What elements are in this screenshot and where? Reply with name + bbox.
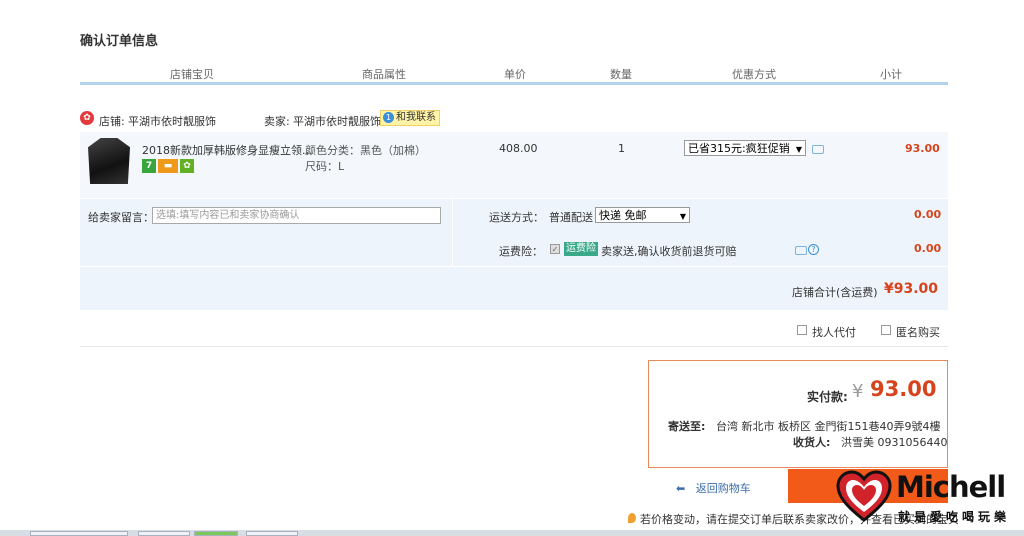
col-header-discount: 优惠方式 (732, 68, 776, 81)
attr-size: 尺码：L (305, 160, 345, 173)
watermark-tagline: 就是愛吃喝玩樂 (898, 510, 1011, 524)
insurance-label: 运费险： (499, 245, 543, 258)
contact-seller-label: 和我联系 (396, 112, 436, 123)
currency-symbol: ¥ (852, 381, 864, 402)
shop-row: ✿ 店铺: 平湖市依时靓服饰 卖家: 平湖市依时靓服饰 1 和我联系 (80, 110, 948, 132)
watermark-logo: Michell 就是愛吃喝玩樂 (836, 468, 1024, 530)
chat-icon: 1 (383, 112, 394, 123)
service-badges: 7 ▬ ✿ (142, 158, 196, 173)
heart-icon (836, 470, 892, 522)
page-title: 确认订单信息 (80, 34, 159, 49)
anonymous-checkbox[interactable] (881, 325, 891, 335)
header-divider (80, 82, 948, 85)
recipient-label: 收货人: (793, 436, 831, 449)
shipping-method: 普通配送 (549, 211, 593, 224)
taskbar-button[interactable] (30, 531, 128, 536)
insurance-text: 卖家送,确认收货前退货可赔 (601, 245, 737, 258)
taskbar-button[interactable] (194, 531, 238, 536)
column-divider (452, 198, 453, 266)
discount-select-value: 已省315元:疯狂促销 (688, 142, 790, 155)
actual-payment-value: 93.00 (870, 377, 937, 401)
insurance-checkbox[interactable]: ✓ (550, 244, 560, 254)
back-to-cart-link[interactable]: ⬅ 返回购物车 (676, 480, 751, 496)
item-subtotal: 93.00 (905, 142, 940, 155)
chevron-down-icon: ▼ (679, 212, 686, 221)
col-header-shop-item: 店铺宝贝 (170, 68, 214, 81)
product-thumbnail[interactable] (88, 138, 130, 184)
taskbar-button[interactable] (246, 531, 298, 536)
quantity-value: 1 (618, 142, 625, 155)
agent-pay-label: 找人代付 (812, 326, 856, 339)
col-header-attributes: 商品属性 (362, 68, 406, 81)
col-header-quantity: 数量 (610, 68, 632, 81)
col-header-subtotal: 小计 (880, 68, 902, 81)
comment-icon[interactable] (795, 246, 807, 255)
agent-pay-checkbox[interactable] (797, 325, 807, 335)
shop-total-value: ¥93.00 (884, 281, 939, 297)
message-input[interactable]: 选填:填写内容已和卖家协商确认 (152, 207, 441, 224)
chevron-down-icon: ▼ (795, 145, 802, 154)
shop-name-link[interactable]: 平湖市依时靓服饰 (128, 113, 216, 129)
back-to-cart-label: 返回购物车 (695, 482, 751, 495)
shipping-label: 运送方式： (489, 211, 544, 224)
shop-label: 店铺: (99, 115, 125, 128)
contact-seller-button[interactable]: 1 和我联系 (380, 110, 440, 126)
address-label: 寄送至: (668, 420, 706, 433)
ship-guarantee-icon[interactable]: ✿ (180, 159, 194, 173)
seven-day-return-icon[interactable]: 7 (142, 159, 156, 173)
product-name-link[interactable]: 2018新款加厚韩版修身显瘦立领... (142, 142, 312, 158)
back-arrow-icon: ⬅ (676, 482, 686, 495)
seller-label: 卖家: (264, 115, 290, 128)
attr-color: 颜色分类：黑色（加棉） (305, 144, 426, 157)
address-value: 台湾 新北市 板桥区 金門街151巷40弄9號4樓 (716, 420, 941, 433)
watermark-brand: Michell (896, 470, 1006, 504)
discount-select[interactable]: 已省315元:疯狂促销 ▼ (684, 140, 806, 156)
insurance-badge: 运费险 (564, 242, 598, 256)
comment-icon[interactable] (812, 145, 824, 154)
insurance-cost: 0.00 (914, 242, 942, 255)
col-header-unit-price: 单价 (504, 68, 526, 81)
help-icon[interactable]: ? (808, 244, 819, 255)
divider (80, 346, 948, 347)
anonymous-label: 匿名购买 (896, 326, 940, 339)
taskbar-button[interactable] (138, 531, 190, 536)
credit-card-icon[interactable]: ▬ (158, 159, 178, 173)
seller-name: 平湖市依时靓服饰 (293, 115, 381, 128)
shop-total-label: 店铺合计(含运费) (792, 286, 878, 299)
message-label: 给卖家留言： (88, 211, 154, 224)
recipient-value: 洪雪美 0931056440 (841, 436, 948, 449)
location-pin-icon (628, 513, 636, 523)
shipping-select-value: 快递 免邮 (599, 209, 647, 222)
unit-price: 408.00 (499, 142, 538, 155)
shop-icon: ✿ (80, 111, 94, 125)
actual-payment-label: 实付款: (807, 390, 848, 404)
shipping-cost: 0.00 (914, 208, 942, 221)
shipping-select[interactable]: 快递 免邮 ▼ (595, 207, 690, 223)
